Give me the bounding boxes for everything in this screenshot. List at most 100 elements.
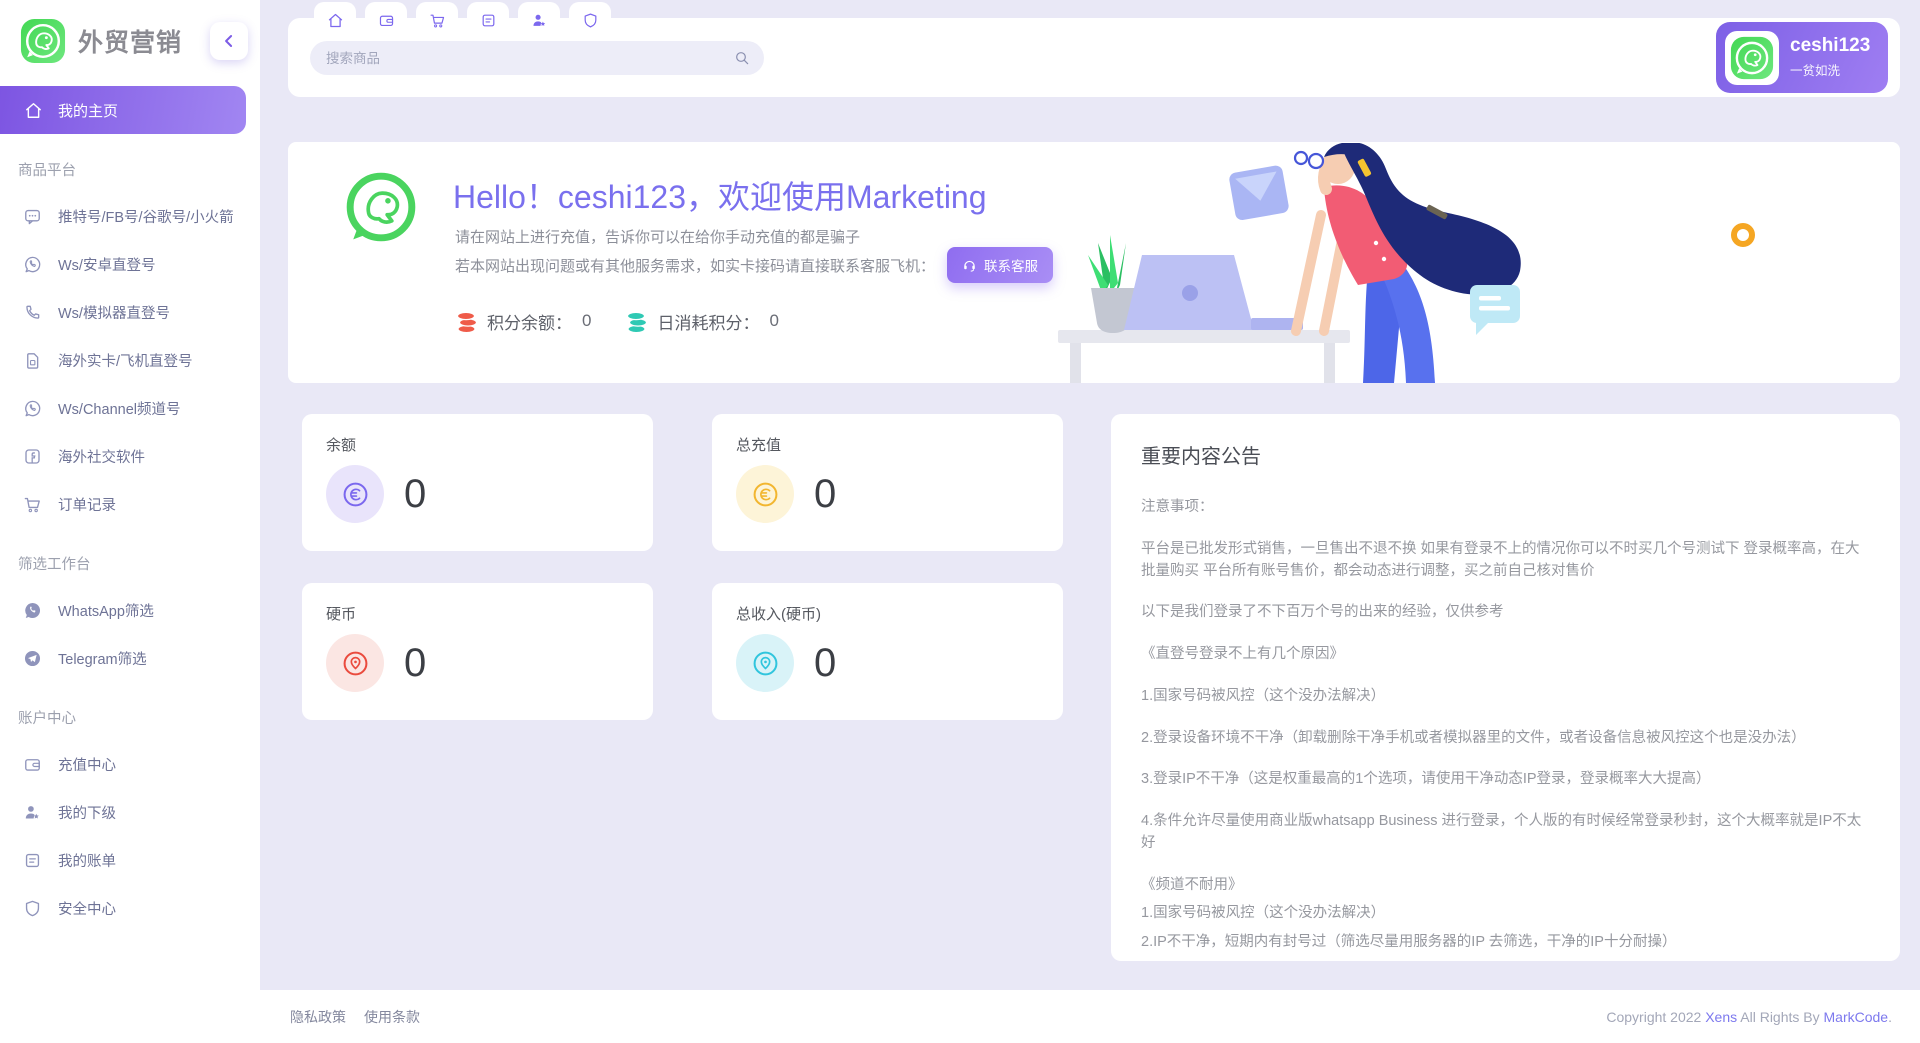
sidebar-item-label: 我的下级 xyxy=(58,802,116,823)
announcement-line: 平台是已批发形式销售，一旦售出不退不换 如果有登录不上的情况你可以不时买几个号测… xyxy=(1141,539,1870,583)
telegram-icon xyxy=(23,649,42,668)
sidebar-item-orders[interactable]: 订单记录 xyxy=(0,480,260,528)
chevron-left-icon xyxy=(219,31,239,51)
sidebar: 外贸营销 我的主页 商品平台 推特号/FB号/谷歌号/小火箭 Ws/安卓直登号 … xyxy=(0,0,260,1043)
euro-coin-icon xyxy=(326,465,384,523)
home-icon xyxy=(327,12,344,29)
footer: 隐私政策 使用条款 Copyright 2022 Xens All Rights… xyxy=(260,990,1920,1043)
privacy-policy-link[interactable]: 隐私政策 xyxy=(290,1007,346,1027)
coins-red-icon xyxy=(455,308,479,334)
team-icon xyxy=(531,12,548,29)
points-balance-value: 0 xyxy=(582,311,591,331)
sidebar-item-security[interactable]: 安全中心 xyxy=(0,884,260,932)
sidebar-item-label: 我的主页 xyxy=(58,100,118,121)
card-total-income: 总收入(硬币) 0 xyxy=(712,583,1063,720)
chat-icon xyxy=(23,207,42,226)
app-logo-icon xyxy=(344,170,418,244)
euro-coin-icon xyxy=(736,465,794,523)
bill-icon xyxy=(480,12,497,29)
top-bar: ceshi123 一贫如洗 xyxy=(288,18,1900,97)
search-icon[interactable] xyxy=(734,50,750,66)
announcement-line: 1.国家号码被风控（这个没办法解决） xyxy=(1141,903,1870,925)
wallet-icon xyxy=(23,755,42,774)
announcement-line: 2.IP不干净，短期内有封号过（筛选尽量用服务器的IP 去筛选，干净的IP十分耐… xyxy=(1141,932,1870,954)
stat-cards: 余额 0 总充值 0 硬币 xyxy=(302,414,1063,961)
search-box xyxy=(310,41,764,75)
announcement-line: 4.条件允许尽量使用商业版whatsapp Business 进行登录，个人版的… xyxy=(1141,811,1870,855)
main-content: ceshi123 一贫如洗 Hello！ceshi123，欢迎使用Marketi… xyxy=(260,0,1920,990)
app-title: 外贸营销 xyxy=(78,23,198,59)
total-recharge-value: 0 xyxy=(814,472,836,517)
team-icon xyxy=(23,803,42,822)
user-name: ceshi123 xyxy=(1790,36,1870,57)
sidebar-item-label: 海外实卡/飞机直登号 xyxy=(58,350,193,371)
sidebar-collapse-button[interactable] xyxy=(210,22,248,60)
sidebar-item-label: 我的账单 xyxy=(58,850,116,871)
markcode-link[interactable]: MarkCode xyxy=(1824,1009,1889,1025)
sidebar-item-home[interactable]: 我的主页 xyxy=(0,86,246,134)
daily-points-used-value: 0 xyxy=(769,311,778,331)
hero-subtitle-2: 若本网站出现问题或有其他服务需求，如实卡接码请直接联系客服飞机： xyxy=(455,255,935,276)
sidebar-item-telegram-filter[interactable]: Telegram筛选 xyxy=(0,634,260,682)
user-card[interactable]: ceshi123 一贫如洗 xyxy=(1716,22,1888,93)
sidebar-section-filter: 筛选工作台 xyxy=(0,528,260,586)
card-total-recharge: 总充值 0 xyxy=(712,414,1063,551)
sidebar-item-sim-telegram[interactable]: 海外实卡/飞机直登号 xyxy=(0,336,260,384)
announcement-panel: 重要内容公告 注意事项： 平台是已批发形式销售，一旦售出不退不换 如果有登录不上… xyxy=(1111,414,1900,961)
sidebar-item-ws-android[interactable]: Ws/安卓直登号 xyxy=(0,240,260,288)
user-avatar xyxy=(1725,31,1779,85)
whatsapp-icon xyxy=(23,399,42,418)
xens-link[interactable]: Xens xyxy=(1705,1009,1737,1025)
sidebar-item-label: 充值中心 xyxy=(58,754,116,775)
sidebar-item-ws-channel[interactable]: Ws/Channel频道号 xyxy=(0,384,260,432)
search-input[interactable] xyxy=(326,51,734,66)
sidebar-item-overseas-social[interactable]: 海外社交软件 xyxy=(0,432,260,480)
app-logo-icon xyxy=(20,18,66,64)
sidebar-item-label: WhatsApp筛选 xyxy=(58,600,154,621)
sidebar-item-ws-emulator[interactable]: Ws/模拟器直登号 xyxy=(0,288,260,336)
sidebar-item-label: 推特号/FB号/谷歌号/小火箭 xyxy=(58,206,234,227)
sidebar-item-whatsapp-filter[interactable]: WhatsApp筛选 xyxy=(0,586,260,634)
announcement-line: 注意事项： xyxy=(1141,497,1870,519)
balance-value: 0 xyxy=(404,472,426,517)
sidebar-item-social-accounts[interactable]: 推特号/FB号/谷歌号/小火箭 xyxy=(0,192,260,240)
whatsapp-icon xyxy=(23,255,42,274)
brand-row: 外贸营销 xyxy=(0,0,260,76)
terms-of-use-link[interactable]: 使用条款 xyxy=(364,1007,420,1027)
sidebar-item-label: 安全中心 xyxy=(58,898,116,919)
sidebar-section-products: 商品平台 xyxy=(0,134,260,192)
user-tagline: 一贫如洗 xyxy=(1790,60,1870,79)
facebook-icon xyxy=(23,447,42,466)
coin-pin-icon xyxy=(326,634,384,692)
sidebar-item-recharge[interactable]: 充值中心 xyxy=(0,740,260,788)
hero-subtitle-1: 请在网站上进行充值，告诉你可以在给你手动充值的都是骗子 xyxy=(455,226,860,247)
sidebar-item-label: 海外社交软件 xyxy=(58,446,145,467)
hero-illustration xyxy=(1058,143,1758,383)
sidebar-item-label: Ws/模拟器直登号 xyxy=(58,302,170,323)
total-income-value: 0 xyxy=(814,641,836,686)
sidebar-item-label: 订单记录 xyxy=(58,494,116,515)
shield-icon xyxy=(23,899,42,918)
contact-support-button[interactable]: 联系客服 xyxy=(947,247,1053,283)
coins-teal-icon xyxy=(625,308,649,334)
headset-icon xyxy=(962,258,977,273)
daily-points-used: 日消耗积分： 0 xyxy=(625,308,778,334)
copyright: Copyright 2022 Xens All Rights By MarkCo… xyxy=(1606,1009,1892,1025)
announcement-line: 1.国家号码被风控（这个没办法解决） xyxy=(1141,686,1870,708)
cart-icon xyxy=(23,495,42,514)
card-coins: 硬币 0 xyxy=(302,583,653,720)
sim-card-icon xyxy=(23,351,42,370)
card-balance: 余额 0 xyxy=(302,414,653,551)
shield-icon xyxy=(582,12,599,29)
home-icon xyxy=(24,101,43,120)
hero-title: Hello！ceshi123，欢迎使用Marketing xyxy=(453,172,987,218)
announcement-line: 《频道不耐用》 xyxy=(1141,875,1870,897)
coin-pin-icon xyxy=(736,634,794,692)
sidebar-item-bills[interactable]: 我的账单 xyxy=(0,836,260,884)
sidebar-section-account: 账户中心 xyxy=(0,682,260,740)
sidebar-item-label: Telegram筛选 xyxy=(58,648,147,669)
coins-value: 0 xyxy=(404,641,426,686)
sidebar-item-subordinates[interactable]: 我的下级 xyxy=(0,788,260,836)
sidebar-item-label: Ws/Channel频道号 xyxy=(58,398,180,419)
cart-icon xyxy=(429,12,446,29)
